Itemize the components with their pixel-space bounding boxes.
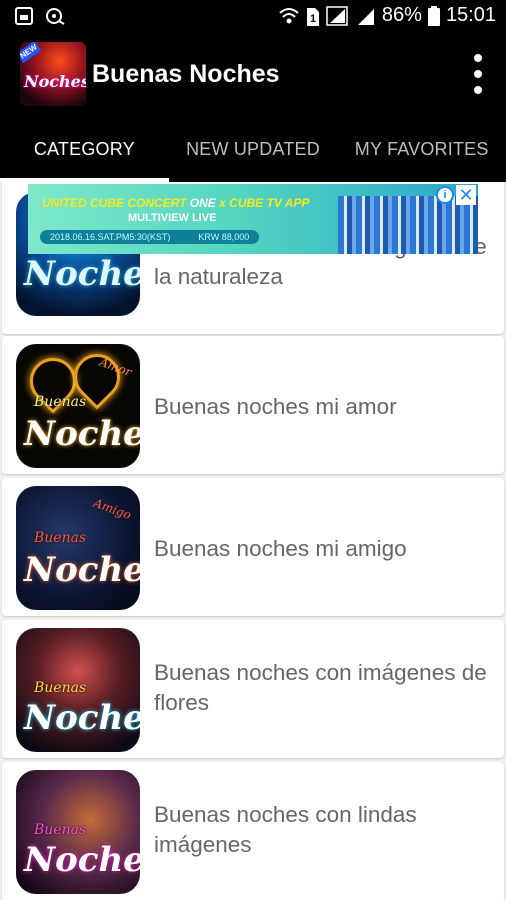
ad-price: KRW 88,000 xyxy=(198,232,250,242)
tab-bar: CATEGORY NEW UPDATED MY FAVORITES xyxy=(0,116,506,182)
overflow-dot xyxy=(474,54,482,62)
tab-category[interactable]: CATEGORY xyxy=(0,116,169,182)
ad-headline: UNITED CUBE CONCERT ONE x CUBE TV APP xyxy=(42,196,309,210)
ad-headline-part-3: x CUBE TV APP xyxy=(219,196,310,210)
thumbnail-tag: Amigo xyxy=(91,495,134,523)
tab-my-favorites[interactable]: MY FAVORITES xyxy=(337,116,506,182)
category-thumbnail: Amigo Buenas Noches xyxy=(16,486,140,610)
category-label: Buenas noches mi amigo xyxy=(154,536,407,561)
sim-1-icon: 1 xyxy=(306,5,320,27)
category-card[interactable]: Amigo Buenas Noches Buenas noches mi ami… xyxy=(2,478,504,616)
signal-1-icon xyxy=(326,5,350,27)
gallery-notification-icon xyxy=(14,6,34,26)
app-logo-text: Noches xyxy=(24,72,86,91)
wifi-icon xyxy=(278,6,300,26)
overflow-dot xyxy=(474,86,482,94)
app-title: Buenas Noches xyxy=(92,60,280,88)
ad-subheadline: MULTIVIEW LIVE xyxy=(128,212,217,224)
category-card[interactable]: Buenas Noches Buenas noches con imágenes… xyxy=(2,620,504,758)
thumbnail-text: Noches xyxy=(24,254,140,294)
battery-icon xyxy=(427,5,440,27)
tab-new-updated[interactable]: NEW UPDATED xyxy=(169,116,338,182)
close-icon[interactable]: ✕ xyxy=(456,185,476,205)
category-label: Buenas noches mi amor xyxy=(154,394,397,419)
thumbnail-text-small: Buenas xyxy=(34,394,87,410)
category-label: Buenas noches con lindas imágenes xyxy=(154,802,417,857)
ad-banner[interactable]: UNITED CUBE CONCERT ONE x CUBE TV APP MU… xyxy=(28,184,478,254)
info-icon[interactable]: i xyxy=(436,186,454,204)
svg-text:1: 1 xyxy=(310,13,316,25)
thumbnail-text-small: Buenas xyxy=(34,680,87,696)
app-logo: NEW Noches xyxy=(20,42,86,106)
thumbnail-text: Noches xyxy=(24,840,140,880)
thumbnail-text: Noches xyxy=(24,414,140,454)
thumbnail-text: Noches xyxy=(24,550,140,590)
clock: 15:01 xyxy=(445,4,496,26)
ad-headline-part-2: ONE xyxy=(189,196,216,210)
overflow-dot xyxy=(474,70,482,78)
ad-date: 2018.06.16.SAT.PM5:30(KST) xyxy=(50,232,171,242)
status-left xyxy=(14,6,65,26)
status-bar: 1 86% 15:01 xyxy=(0,0,506,34)
category-card[interactable]: Amor Buenas Noches Buenas noches mi amor xyxy=(2,336,504,474)
new-badge: NEW xyxy=(20,42,42,64)
category-thumbnail: Amor Buenas Noches xyxy=(16,344,140,468)
status-right: 1 86% 15:01 xyxy=(278,4,496,27)
ad-details-pill: 2018.06.16.SAT.PM5:30(KST) KRW 88,000 xyxy=(40,230,260,244)
category-label: Buenas noches con imágenes de flores xyxy=(154,660,487,715)
category-thumbnail: Buenas Noches xyxy=(16,628,140,752)
chat-notification-icon xyxy=(44,6,65,26)
category-list-area: Noches Buenas noches con imágenes de la … xyxy=(0,182,506,900)
ad-headline-part-1: UNITED CUBE CONCERT xyxy=(42,196,187,210)
category-card[interactable]: Buenas Noches Buenas noches con lindas i… xyxy=(2,762,504,900)
app-bar: NEW Noches Buenas Noches xyxy=(0,34,506,116)
thumbnail-text-small: Buenas xyxy=(34,530,87,546)
thumbnail-text: Noches xyxy=(24,698,140,738)
thumbnail-text-small: Buenas xyxy=(34,822,87,838)
category-thumbnail: Buenas Noches xyxy=(16,770,140,894)
overflow-menu-icon[interactable] xyxy=(472,54,484,94)
battery-percent: 86% xyxy=(381,4,422,26)
signal-2-icon xyxy=(356,5,376,27)
